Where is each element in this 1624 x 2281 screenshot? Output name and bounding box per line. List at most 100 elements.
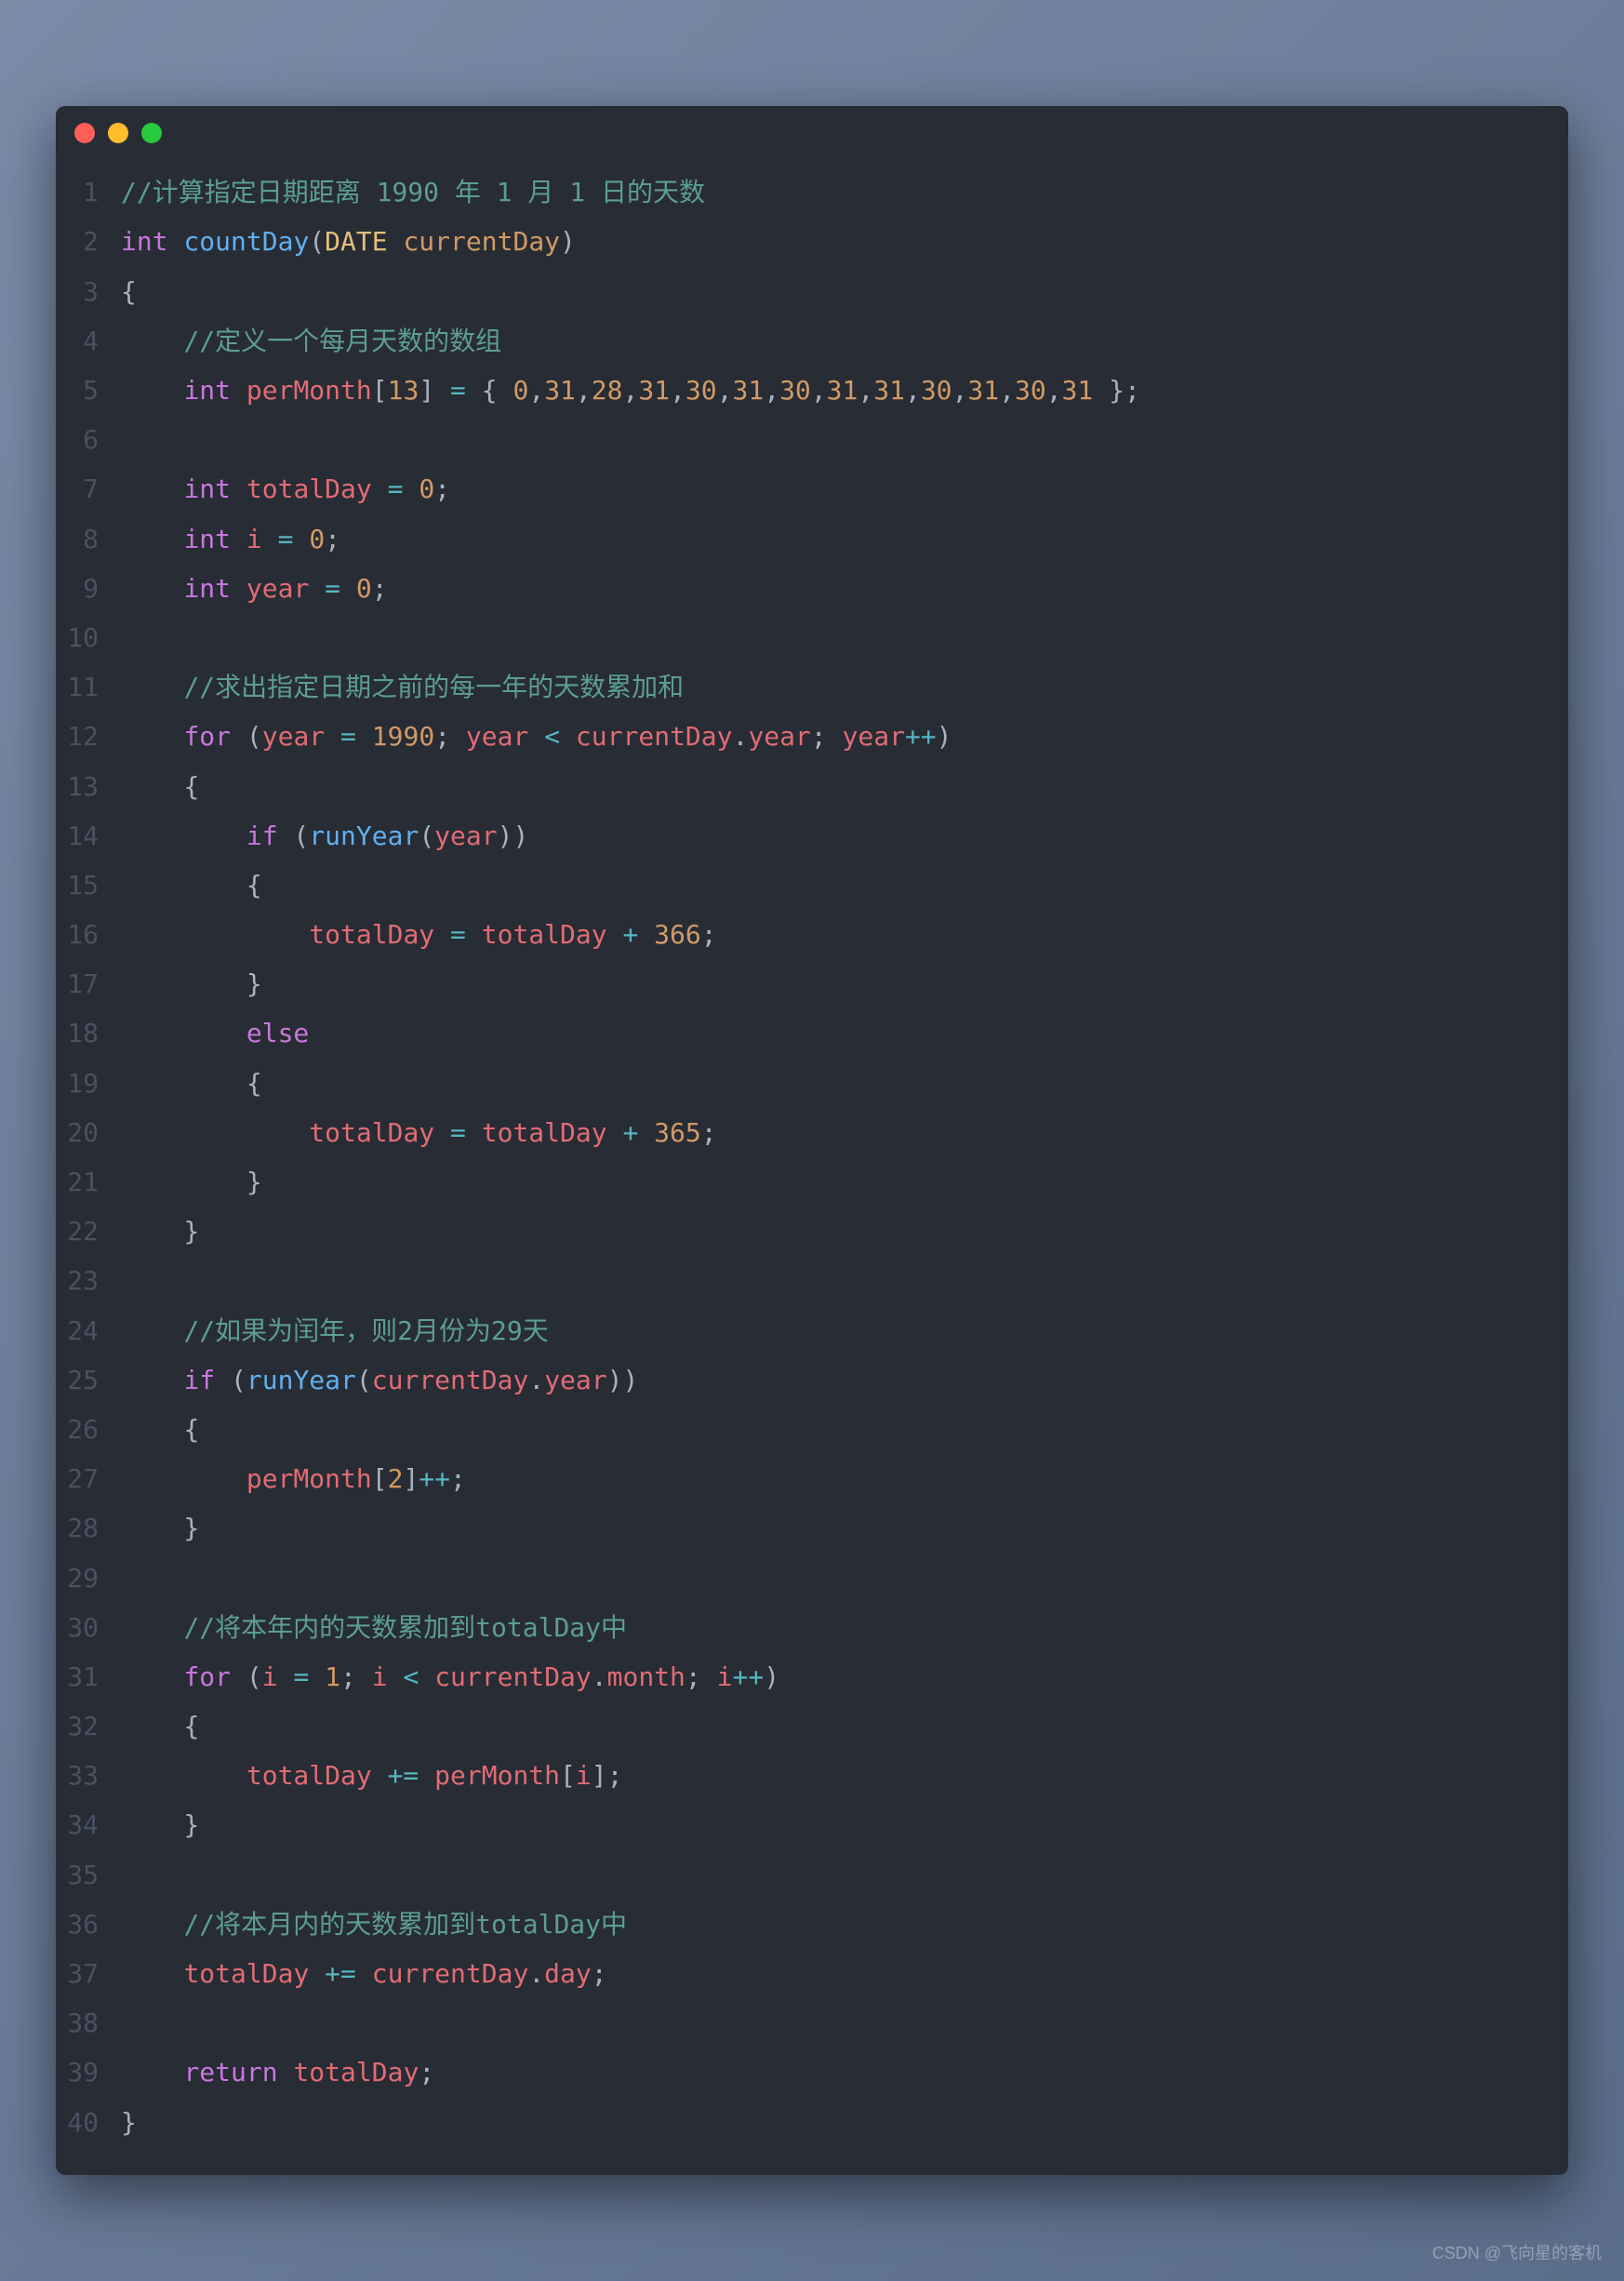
code-content[interactable]: { (121, 1059, 1568, 1108)
line-number: 7 (56, 464, 121, 514)
code-line[interactable]: 32 { (56, 1701, 1568, 1751)
code-content[interactable]: totalDay = totalDay + 365; (121, 1108, 1568, 1157)
code-line[interactable]: 33 totalDay += perMonth[i]; (56, 1751, 1568, 1800)
code-content[interactable]: //将本年内的天数累加到totalDay中 (121, 1603, 1568, 1652)
code-line[interactable]: 29 (56, 1554, 1568, 1603)
code-line[interactable]: 28 } (56, 1503, 1568, 1553)
token-punct: ; (434, 721, 466, 752)
code-content[interactable]: totalDay = totalDay + 366; (121, 910, 1568, 959)
line-number: 1 (56, 167, 121, 217)
code-line[interactable]: 16 totalDay = totalDay + 366; (56, 910, 1568, 959)
code-line[interactable]: 26 { (56, 1405, 1568, 1454)
code-content[interactable]: { (121, 267, 1568, 316)
code-line[interactable]: 11 //求出指定日期之前的每一年的天数累加和 (56, 662, 1568, 712)
code-content[interactable]: if (runYear(year)) (121, 811, 1568, 860)
code-line[interactable]: 20 totalDay = totalDay + 365; (56, 1108, 1568, 1157)
token-var: day (544, 1958, 592, 1989)
code-line[interactable]: 24 //如果为闰年，则2月份为29天 (56, 1306, 1568, 1355)
code-line[interactable]: 5 int perMonth[13] = { 0,31,28,31,30,31,… (56, 366, 1568, 415)
code-content[interactable]: //定义一个每月天数的数组 (121, 316, 1568, 366)
code-line[interactable]: 17 } (56, 959, 1568, 1008)
code-editor[interactable]: 1//计算指定日期距离 1990 年 1 月 1 日的天数2int countD… (56, 156, 1568, 2175)
code-line[interactable]: 40} (56, 2098, 1568, 2147)
code-content[interactable]: int year = 0; (121, 564, 1568, 613)
code-content[interactable]: int countDay(DATE currentDay) (121, 217, 1568, 266)
code-content[interactable]: return totalDay; (121, 2048, 1568, 2097)
code-line[interactable]: 9 int year = 0; (56, 564, 1568, 613)
code-content[interactable]: { (121, 1405, 1568, 1454)
token-var: totalDay (309, 919, 434, 950)
code-line[interactable]: 3{ (56, 267, 1568, 316)
token-var: currentDay (576, 721, 733, 752)
code-line[interactable]: 1//计算指定日期距离 1990 年 1 月 1 日的天数 (56, 167, 1568, 217)
code-content[interactable]: //将本月内的天数累加到totalDay中 (121, 1900, 1568, 1949)
code-line[interactable]: 23 (56, 1256, 1568, 1305)
code-content[interactable]: for (i = 1; i < currentDay.month; i++) (121, 1652, 1568, 1701)
token-punct: ; (592, 1958, 607, 1989)
maximize-icon[interactable] (141, 123, 162, 143)
code-content[interactable]: //如果为闰年，则2月份为29天 (121, 1306, 1568, 1355)
token-punct (466, 1117, 482, 1148)
code-line[interactable]: 14 if (runYear(year)) (56, 811, 1568, 860)
code-line[interactable]: 7 int totalDay = 0; (56, 464, 1568, 514)
minimize-icon[interactable] (108, 123, 128, 143)
code-content[interactable]: else (121, 1008, 1568, 1058)
code-content[interactable]: { (121, 762, 1568, 811)
line-number: 28 (56, 1503, 121, 1553)
code-line[interactable]: 25 if (runYear(currentDay.year)) (56, 1355, 1568, 1405)
code-content[interactable]: } (121, 1800, 1568, 1849)
token-op: = (278, 524, 294, 554)
code-content[interactable]: for (year = 1990; year < currentDay.year… (121, 712, 1568, 761)
code-content[interactable]: } (121, 1503, 1568, 1553)
code-line[interactable]: 12 for (year = 1990; year < currentDay.y… (56, 712, 1568, 761)
code-line[interactable]: 37 totalDay += currentDay.day; (56, 1949, 1568, 1998)
code-content[interactable] (121, 1998, 1568, 2048)
code-content[interactable]: int totalDay = 0; (121, 464, 1568, 514)
token-punct (309, 1958, 325, 1989)
code-line[interactable]: 10 (56, 613, 1568, 662)
code-content[interactable] (121, 1554, 1568, 1603)
code-line[interactable]: 19 { (56, 1059, 1568, 1108)
code-line[interactable]: 36 //将本月内的天数累加到totalDay中 (56, 1900, 1568, 1949)
token-punct: ; (701, 919, 717, 950)
code-content[interactable]: //求出指定日期之前的每一年的天数累加和 (121, 662, 1568, 712)
token-punct (466, 919, 482, 950)
code-line[interactable]: 6 (56, 415, 1568, 464)
code-line[interactable]: 15 { (56, 860, 1568, 910)
code-content[interactable]: } (121, 1157, 1568, 1207)
code-content[interactable]: if (runYear(currentDay.year)) (121, 1355, 1568, 1405)
code-line[interactable]: 34 } (56, 1800, 1568, 1849)
code-line[interactable]: 22 } (56, 1207, 1568, 1256)
code-line[interactable]: 18 else (56, 1008, 1568, 1058)
code-line[interactable]: 30 //将本年内的天数累加到totalDay中 (56, 1603, 1568, 1652)
code-content[interactable]: totalDay += perMonth[i]; (121, 1751, 1568, 1800)
code-content[interactable] (121, 415, 1568, 464)
code-line[interactable]: 4 //定义一个每月天数的数组 (56, 316, 1568, 366)
code-content[interactable]: totalDay += currentDay.day; (121, 1949, 1568, 1998)
code-line[interactable]: 21 } (56, 1157, 1568, 1207)
close-icon[interactable] (74, 123, 95, 143)
code-line[interactable]: 2int countDay(DATE currentDay) (56, 217, 1568, 266)
code-line[interactable]: 27 perMonth[2]++; (56, 1454, 1568, 1503)
code-content[interactable] (121, 1850, 1568, 1900)
code-line[interactable]: 39 return totalDay; (56, 2048, 1568, 2097)
code-content[interactable] (121, 613, 1568, 662)
line-number: 3 (56, 267, 121, 316)
code-content[interactable]: } (121, 1207, 1568, 1256)
code-line[interactable]: 35 (56, 1850, 1568, 1900)
code-line[interactable]: 8 int i = 0; (56, 514, 1568, 564)
token-op: + (622, 1117, 638, 1148)
code-line[interactable]: 38 (56, 1998, 1568, 2048)
code-line[interactable]: 13 { (56, 762, 1568, 811)
code-content[interactable]: int perMonth[13] = { 0,31,28,31,30,31,30… (121, 366, 1568, 415)
code-content[interactable] (121, 1256, 1568, 1305)
code-content[interactable]: //计算指定日期距离 1990 年 1 月 1 日的天数 (121, 167, 1568, 217)
code-content[interactable]: { (121, 860, 1568, 910)
token-var: year (748, 721, 810, 752)
code-content[interactable]: int i = 0; (121, 514, 1568, 564)
code-content[interactable]: perMonth[2]++; (121, 1454, 1568, 1503)
code-content[interactable]: { (121, 1701, 1568, 1751)
code-line[interactable]: 31 for (i = 1; i < currentDay.month; i++… (56, 1652, 1568, 1701)
code-content[interactable]: } (121, 2098, 1568, 2147)
code-content[interactable]: } (121, 959, 1568, 1008)
